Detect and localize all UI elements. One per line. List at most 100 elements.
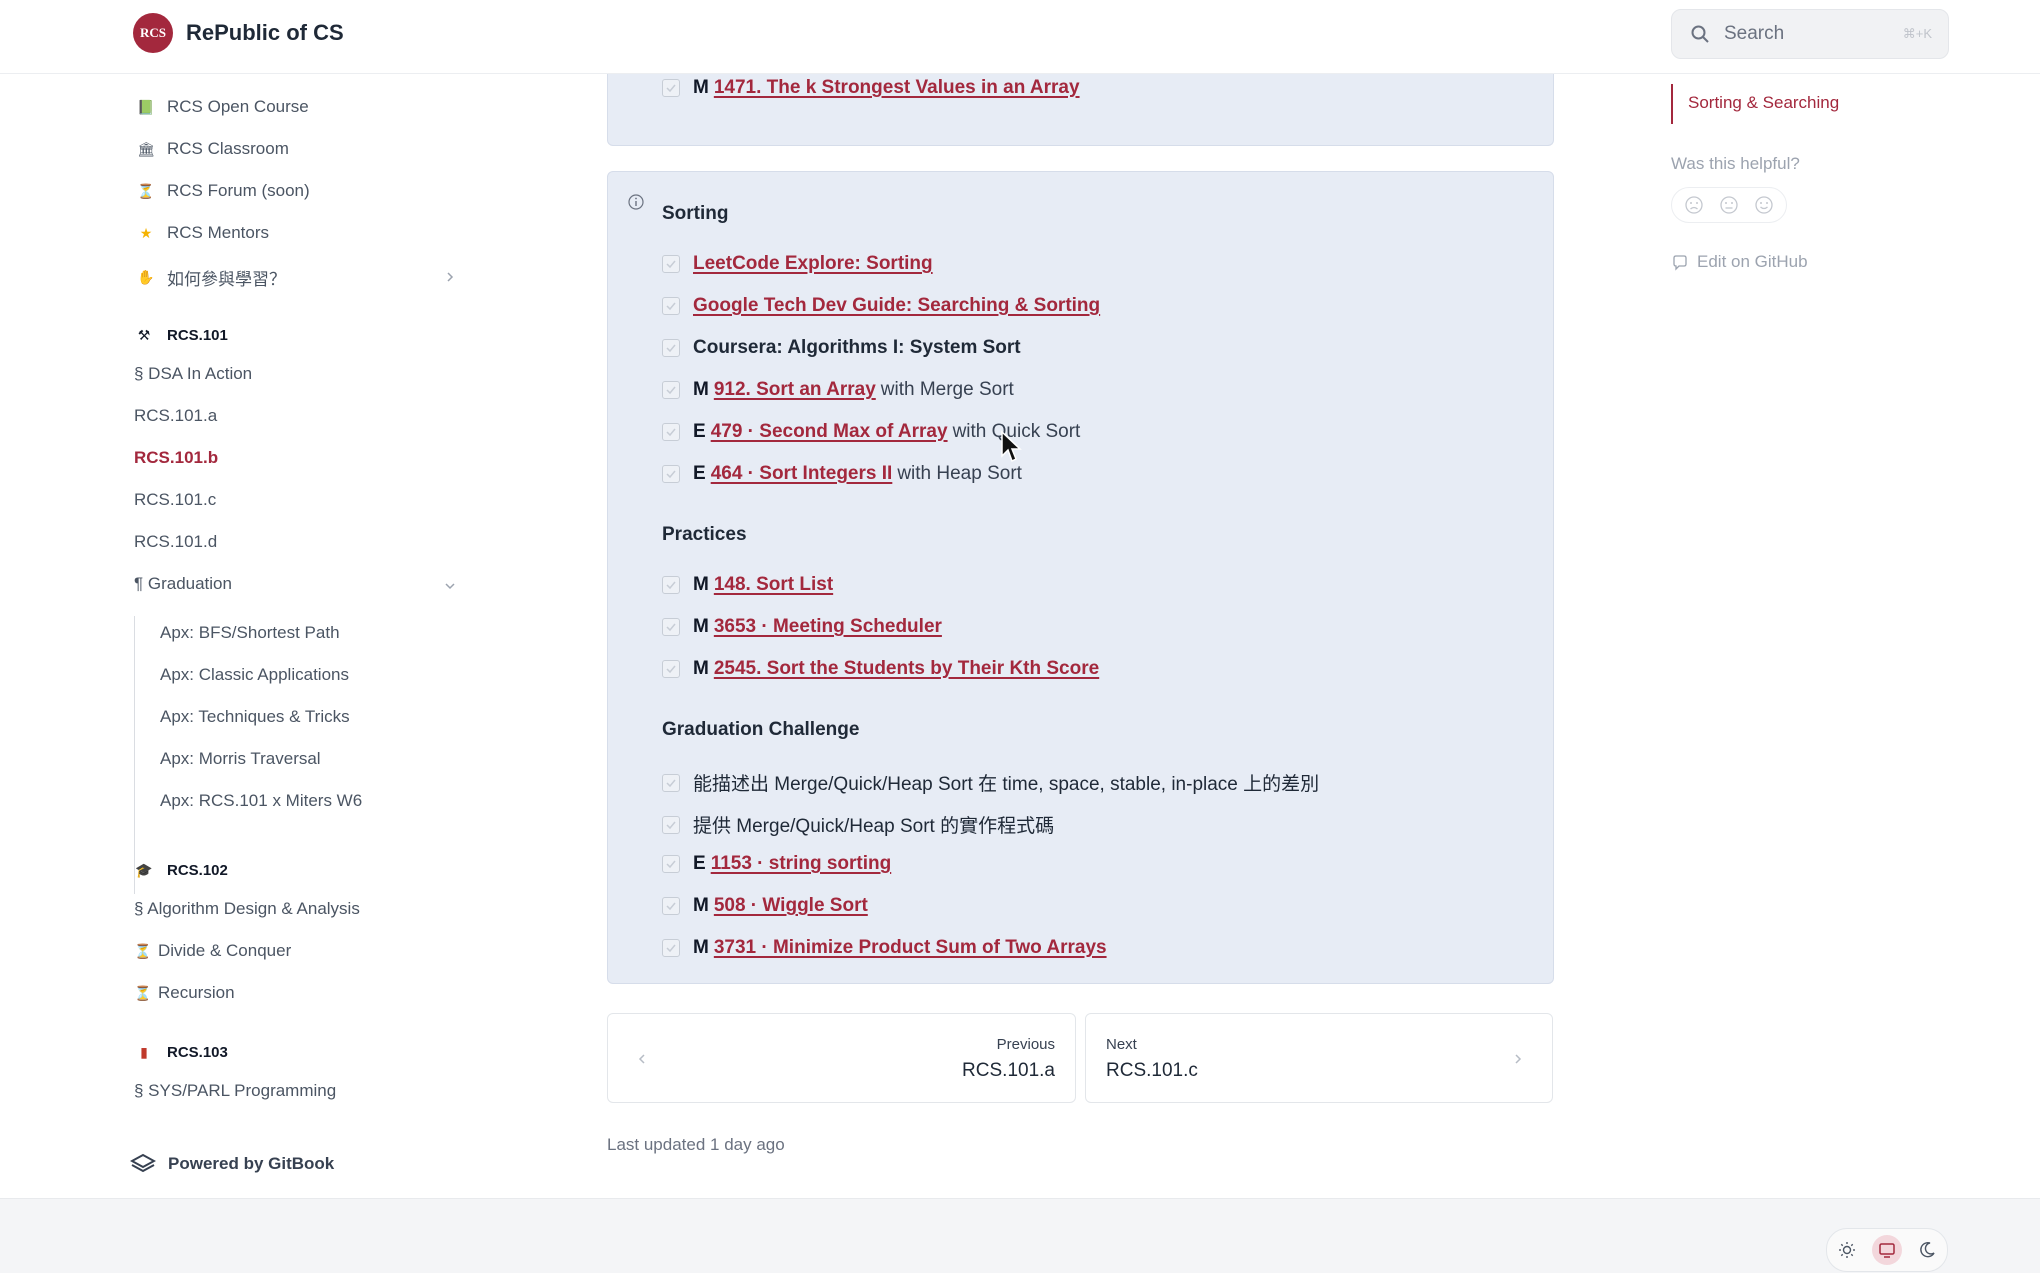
next-page-button[interactable]: Next RCS.101.c — [1085, 1013, 1553, 1103]
edit-on-github-link[interactable]: Edit on GitHub — [1671, 252, 1808, 272]
problem-row: M 2545. Sort the Students by Their Kth S… — [662, 658, 1099, 680]
chevron-left-icon — [638, 1054, 645, 1064]
previous-page-button[interactable]: Previous RCS.101.a — [607, 1013, 1076, 1103]
problem-link[interactable]: 3731 · Minimize Product Sum of Two Array… — [714, 937, 1107, 959]
problem-link[interactable]: 1153 · string sorting — [711, 853, 892, 875]
dark-theme-button[interactable] — [1912, 1235, 1942, 1265]
problem-note: with Heap Sort — [897, 463, 1022, 484]
sidebar-item-label: RCS Classroom — [167, 139, 289, 158]
checkbox[interactable] — [662, 855, 680, 873]
github-icon — [1673, 255, 1687, 271]
hourglass-icon: ⏳ — [134, 984, 152, 1001]
problem-link[interactable]: 912. Sort an Array — [714, 379, 876, 401]
problem-row: E 1153 · string sorting — [662, 853, 891, 875]
sidebar-item-how-to-join[interactable]: ✋ 如何參與學習？ — [137, 265, 286, 290]
hint-card-sorting: Sorting LeetCode Explore: Sorting Google… — [607, 171, 1554, 984]
sidebar-item-forum[interactable]: ⏳ RCS Forum (soon) — [137, 181, 310, 201]
checkbox[interactable] — [662, 576, 680, 594]
checkbox[interactable] — [662, 465, 680, 483]
checkbox[interactable] — [662, 773, 680, 792]
checkbox[interactable] — [662, 297, 680, 315]
happy-face-icon[interactable] — [1754, 195, 1774, 215]
sidebar-item-label: RCS Forum (soon) — [167, 181, 310, 200]
checkbox[interactable] — [662, 423, 680, 441]
difficulty-level: M — [693, 616, 709, 637]
tree-line — [134, 616, 135, 894]
sidebar-sub-item[interactable]: Apx: RCS.101 x Miters W6 — [160, 791, 362, 811]
problem-link[interactable]: 1471. The k Strongest Values in an Array — [714, 77, 1080, 99]
sidebar-item-classroom[interactable]: 🏛 RCS Classroom — [137, 139, 289, 159]
book-icon: 📗 — [137, 98, 155, 115]
sidebar-item-graduation[interactable]: ¶ Graduation — [134, 574, 232, 594]
problem-note: with Merge Sort — [880, 379, 1014, 400]
chevron-down-icon[interactable] — [443, 579, 457, 593]
feedback-rating — [1671, 187, 1787, 223]
problem-row: M 3731 · Minimize Product Sum of Two Arr… — [662, 937, 1107, 959]
neutral-face-icon[interactable] — [1719, 195, 1739, 215]
search-input[interactable]: Search ⌘+K — [1671, 9, 1949, 59]
problem-link[interactable]: 479 · Second Max of Array — [711, 421, 948, 443]
sidebar-item-rcs101c[interactable]: RCS.101.c — [134, 490, 216, 510]
sidebar-item-rcs101a[interactable]: RCS.101.a — [134, 406, 217, 426]
footer — [0, 1198, 2040, 1273]
sidebar-sub-item[interactable]: Apx: Classic Applications — [160, 665, 349, 685]
resource-row: Coursera: Algorithms I: System Sort — [662, 337, 1021, 359]
powered-by-gitbook[interactable]: Powered by GitBook — [130, 1153, 334, 1175]
section-heading-rcs103: ▮ RCS.103 — [135, 1043, 228, 1061]
problem-link[interactable]: 148. Sort List — [714, 574, 833, 596]
resource-link[interactable]: LeetCode Explore: Sorting — [693, 253, 933, 275]
checkbox[interactable] — [662, 660, 680, 678]
difficulty-level: M — [693, 77, 709, 98]
hourglass-icon: ⏳ — [137, 182, 155, 199]
checkbox[interactable] — [662, 79, 680, 97]
problem-row: M 148. Sort List — [662, 574, 833, 596]
checkbox[interactable] — [662, 897, 680, 915]
sidebar-sub-item[interactable]: Apx: BFS/Shortest Path — [160, 623, 340, 643]
section-title-sorting: Sorting — [662, 203, 729, 224]
sidebar-item-sys-parl[interactable]: § SYS/PARL Programming — [134, 1081, 336, 1101]
sidebar-item-rcs101b[interactable]: RCS.101.b — [134, 448, 218, 468]
task-row: 能描述出 Merge/Quick/Heap Sort 在 time, space… — [662, 769, 1319, 796]
problem-link[interactable]: 2545. Sort the Students by Their Kth Sco… — [714, 658, 1099, 680]
logo: RCS — [133, 13, 173, 53]
monitor-icon — [1879, 1243, 1895, 1258]
sidebar-item-rcs101d[interactable]: RCS.101.d — [134, 532, 217, 552]
problem-link[interactable]: 464 · Sort Integers II — [711, 463, 893, 485]
sad-face-icon[interactable] — [1684, 195, 1704, 215]
gitbook-icon — [130, 1153, 156, 1173]
sidebar-item-algorithm-design[interactable]: § Algorithm Design & Analysis — [134, 899, 360, 919]
problem-link[interactable]: 3653 · Meeting Scheduler — [714, 616, 942, 638]
resource-link[interactable]: Google Tech Dev Guide: Searching & Sorti… — [693, 295, 1100, 317]
brand-link[interactable]: RCS RePublic of CS — [133, 13, 344, 53]
mouse-cursor-icon — [1001, 430, 1022, 463]
search-placeholder: Search — [1724, 23, 1785, 44]
problem-row: M 1471. The k Strongest Values in an Arr… — [662, 77, 1080, 99]
next-title: RCS.101.c — [1106, 1060, 1198, 1081]
next-label: Next — [1106, 1036, 1137, 1053]
checkbox[interactable] — [662, 381, 680, 399]
checkbox[interactable] — [662, 939, 680, 957]
toc-item-sorting-searching[interactable]: Sorting & Searching — [1688, 93, 1839, 113]
sidebar-item-mentors[interactable]: ★ RCS Mentors — [137, 223, 269, 243]
sidebar-fade — [0, 1118, 480, 1158]
sidebar-item-dsa-in-action[interactable]: § DSA In Action — [134, 364, 252, 384]
previous-title: RCS.101.a — [962, 1060, 1055, 1081]
sidebar-item-open-course[interactable]: 📗 RCS Open Course — [137, 97, 308, 117]
sidebar-item-label: 如何參與學習？ — [167, 270, 286, 289]
sidebar-item-divide-conquer[interactable]: ⏳ Divide & Conquer — [134, 941, 291, 961]
section-heading-label: RCS.102 — [167, 861, 228, 879]
sidebar-sub-item[interactable]: Apx: Techniques & Tricks — [160, 707, 350, 727]
checkbox[interactable] — [662, 339, 680, 357]
system-theme-button[interactable] — [1872, 1235, 1902, 1265]
section-heading-rcs102: 🎓 RCS.102 — [135, 861, 228, 879]
sidebar-item-recursion[interactable]: ⏳ Recursion — [134, 983, 234, 1003]
chevron-right-icon[interactable] — [443, 270, 457, 284]
light-theme-button[interactable] — [1832, 1235, 1862, 1265]
problem-link[interactable]: 508 · Wiggle Sort — [714, 895, 868, 917]
checkbox[interactable] — [662, 255, 680, 273]
checkbox[interactable] — [662, 815, 680, 834]
sidebar-sub-item[interactable]: Apx: Morris Traversal — [160, 749, 321, 769]
section-title-practices: Practices — [662, 524, 747, 545]
checkbox[interactable] — [662, 618, 680, 636]
sun-icon — [1839, 1242, 1855, 1258]
